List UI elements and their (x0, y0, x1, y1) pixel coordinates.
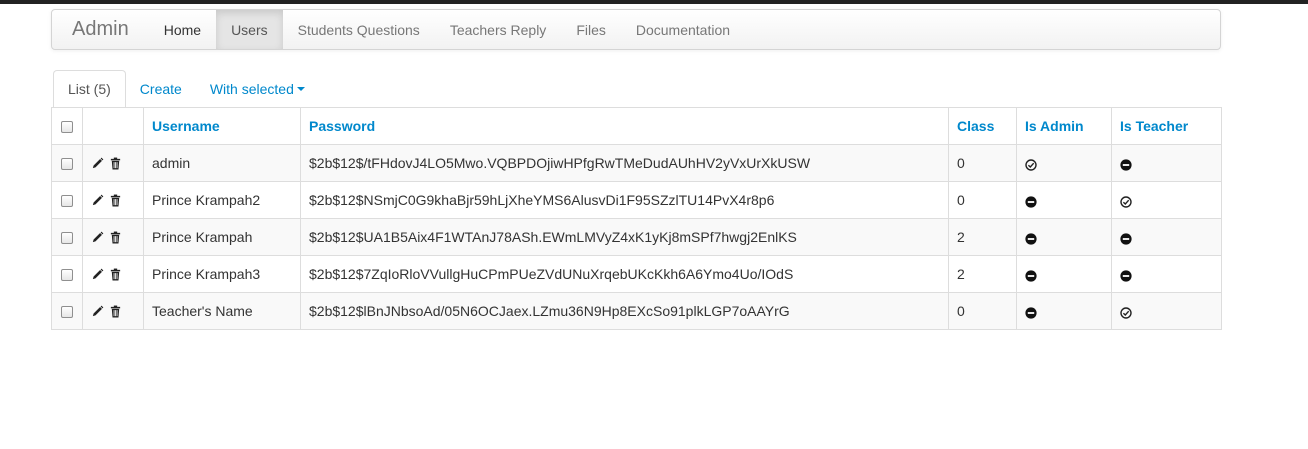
select-all-checkbox[interactable] (61, 121, 73, 134)
caret-down-icon (296, 87, 305, 91)
check-circle-icon (1025, 158, 1037, 171)
nav-item-teachers-reply[interactable]: Teachers Reply (435, 10, 562, 49)
nav-item-documentation[interactable]: Documentation (621, 10, 745, 49)
nav-item-home[interactable]: Home (149, 10, 216, 49)
minus-circle-icon (1120, 158, 1132, 171)
row-checkbox[interactable] (61, 306, 73, 319)
row-checkbox[interactable] (61, 232, 73, 245)
is-admin-cell (1016, 181, 1112, 219)
top-border (0, 0, 1308, 4)
nav-item-users[interactable]: Users (216, 10, 283, 49)
column-header-class[interactable]: Class (948, 107, 1017, 145)
is-teacher-cell (1111, 218, 1222, 256)
class-cell: 0 (948, 292, 1017, 330)
username-cell: Prince Krampah3 (143, 255, 301, 293)
brand-logo[interactable]: Admin (52, 10, 149, 49)
password-cell: $2b$12$/tFHdovJ4LO5Mwo.VQBPDOjiwHPfgRwTM… (300, 144, 949, 182)
navbar: Admin Home Users Students Questions Teac… (51, 9, 1221, 50)
nav-item-students-questions[interactable]: Students Questions (283, 10, 435, 49)
tab-list[interactable]: List (5) (53, 70, 126, 108)
row-checkbox[interactable] (61, 195, 73, 208)
password-cell: $2b$12$NSmjC0G9khaBjr59hLjXheYMS6AlusvDi… (300, 181, 949, 219)
pencil-icon[interactable] (91, 305, 105, 319)
row-select-cell (51, 181, 83, 219)
table-row: Prince Krampah2 $2b$12$NSmjC0G9khaBjr59hL… (51, 181, 1222, 219)
column-header-username[interactable]: Username (143, 107, 301, 145)
trash-icon[interactable] (109, 268, 123, 282)
class-cell: 0 (948, 181, 1017, 219)
is-admin-cell (1016, 144, 1112, 182)
row-actions-cell (82, 181, 144, 219)
class-cell: 2 (948, 255, 1017, 293)
is-admin-cell (1016, 255, 1112, 293)
password-cell: $2b$12$7ZqIoRloVVullgHuCPmPUeZVdUNuXrqeb… (300, 255, 949, 293)
password-cell: $2b$12$UA1B5Aix4F1WTAnJ78ASh.EWmLMVyZ4xK… (300, 218, 949, 256)
row-checkbox[interactable] (61, 158, 73, 171)
minus-circle-icon (1120, 232, 1132, 245)
trash-icon[interactable] (109, 194, 123, 208)
row-select-cell (51, 218, 83, 256)
minus-circle-icon (1025, 306, 1037, 319)
pencil-icon[interactable] (91, 157, 105, 171)
username-cell: Prince Krampah2 (143, 181, 301, 219)
select-all-cell (51, 107, 83, 145)
trash-icon[interactable] (109, 231, 123, 245)
username-cell: Prince Krampah (143, 218, 301, 256)
minus-circle-icon (1025, 269, 1037, 282)
is-admin-cell (1016, 292, 1112, 330)
actions-header (82, 107, 144, 145)
row-actions-cell (82, 255, 144, 293)
list-tabs: List (5) Create With selected (53, 70, 1221, 108)
with-selected-label: With selected (209, 81, 294, 97)
is-admin-cell (1016, 218, 1112, 256)
nav-item-files[interactable]: Files (561, 10, 621, 49)
check-circle-icon (1120, 195, 1132, 208)
row-actions-cell (82, 144, 144, 182)
table-row: Teacher's Name $2b$12$lBnJNbsoAd/05N6OCJa… (51, 292, 1222, 330)
minus-circle-icon (1120, 269, 1132, 282)
row-select-cell (51, 255, 83, 293)
table-row: Prince Krampah $2b$12$UA1B5Aix4F1WTAnJ78A… (51, 218, 1222, 256)
column-header-password[interactable]: Password (300, 107, 949, 145)
minus-circle-icon (1025, 232, 1037, 245)
row-select-cell (51, 292, 83, 330)
class-cell: 0 (948, 144, 1017, 182)
column-header-is-admin[interactable]: Is Admin (1016, 107, 1112, 145)
pencil-icon[interactable] (91, 231, 105, 245)
password-cell: $2b$12$lBnJNbsoAd/05N6OCJaex.LZmu36N9Hp8… (300, 292, 949, 330)
class-cell: 2 (948, 218, 1017, 256)
is-teacher-cell (1111, 144, 1222, 182)
row-actions-cell (82, 292, 144, 330)
username-cell: admin (143, 144, 301, 182)
table-row: admin $2b$12$/tFHdovJ4LO5Mwo.VQBPDOjiwHPf… (51, 144, 1222, 182)
table-row: Prince Krampah3 $2b$12$7ZqIoRloVVullgHuCP… (51, 255, 1222, 293)
table-header-row: Username Password Class Is Admin Is Teac… (51, 107, 1222, 145)
is-teacher-cell (1111, 292, 1222, 330)
row-select-cell (51, 144, 83, 182)
tab-create[interactable]: Create (126, 70, 196, 108)
row-actions-cell (82, 218, 144, 256)
username-cell: Teacher's Name (143, 292, 301, 330)
trash-icon[interactable] (109, 305, 123, 319)
column-header-is-teacher[interactable]: Is Teacher (1111, 107, 1222, 145)
is-teacher-cell (1111, 181, 1222, 219)
check-circle-icon (1120, 306, 1132, 319)
row-checkbox[interactable] (61, 269, 73, 282)
minus-circle-icon (1025, 195, 1037, 208)
pencil-icon[interactable] (91, 268, 105, 282)
with-selected-dropdown[interactable]: With selected (196, 70, 319, 108)
pencil-icon[interactable] (91, 194, 105, 208)
users-table: Username Password Class Is Admin Is Teac… (51, 107, 1222, 330)
trash-icon[interactable] (109, 157, 123, 171)
is-teacher-cell (1111, 255, 1222, 293)
